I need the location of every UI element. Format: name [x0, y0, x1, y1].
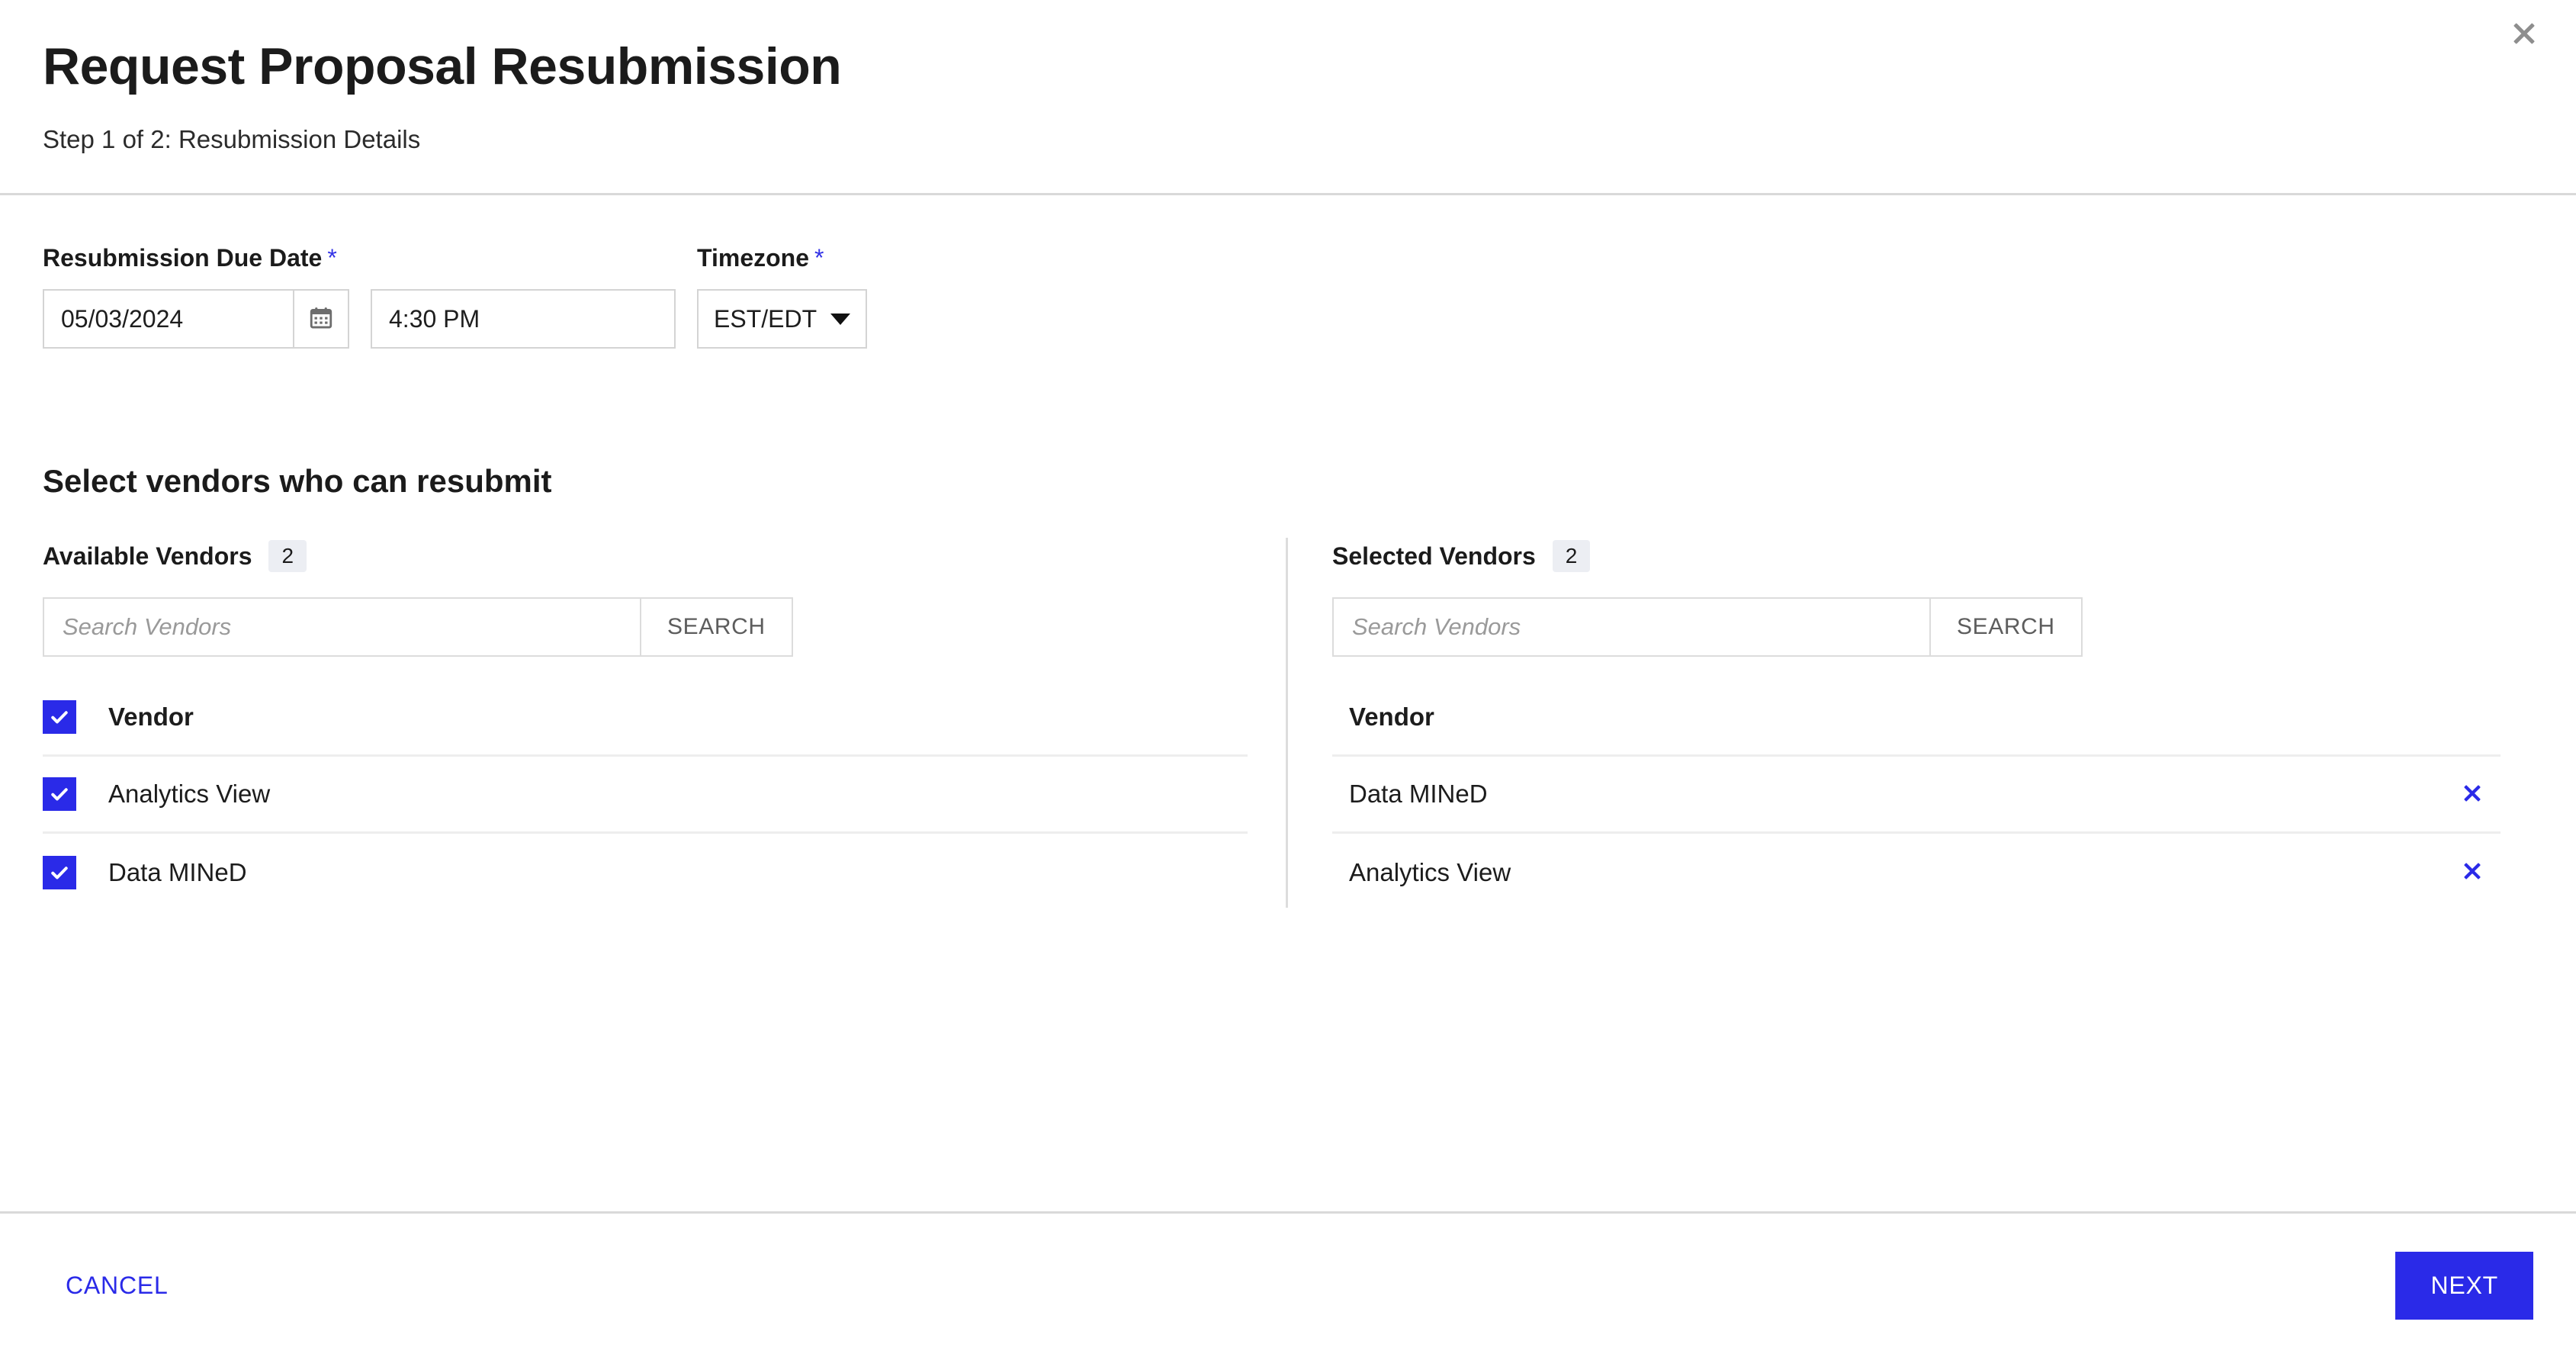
dialog-header: Request Proposal Resubmission Step 1 of …	[0, 0, 2576, 193]
chevron-down-icon	[830, 313, 851, 325]
close-icon	[2507, 17, 2541, 50]
due-date-field-group: Resubmission Due Date *	[43, 244, 676, 349]
due-date-input[interactable]	[43, 289, 294, 349]
selected-search-row: SEARCH	[1332, 597, 2531, 657]
selected-column-header: Vendor	[1349, 703, 1434, 731]
table-row[interactable]: Data MINeD	[43, 834, 1248, 911]
selected-vendors-panel: Selected Vendors 2 SEARCH Vendor Data MI…	[1288, 538, 2531, 927]
table-row[interactable]: Analytics View	[43, 757, 1248, 834]
available-vendors-panel: Available Vendors 2 SEARCH Vendor	[43, 538, 1286, 927]
vendor-checkbox[interactable]	[43, 855, 76, 889]
calendar-picker-button[interactable]	[294, 289, 349, 349]
available-list-header-row: Vendor	[43, 680, 1248, 757]
dialog-footer: CANCEL NEXT	[0, 1214, 2576, 1357]
remove-vendor-button[interactable]	[2452, 852, 2493, 893]
available-search-row: SEARCH	[43, 597, 1286, 657]
close-button[interactable]	[2501, 11, 2547, 56]
datetime-row: Resubmission Due Date * 05/03/2024 4:30 …	[43, 195, 2533, 349]
vendor-name: Analytics View	[108, 780, 271, 808]
vendor-name: Data MINeD	[1349, 780, 1488, 808]
available-vendors-list: Vendor Analytics View Data MINeD	[43, 680, 1286, 911]
remove-vendor-button[interactable]	[2452, 773, 2493, 815]
timezone-field-group: Timezone * EST/EDT	[697, 244, 868, 349]
selected-vendors-list: Vendor Data MINeD Analytics View	[1332, 680, 2531, 911]
timezone-label-text: Timezone	[697, 244, 809, 272]
available-vendors-count: 2	[268, 540, 307, 572]
close-icon	[2459, 780, 2485, 809]
select-all-checkbox[interactable]	[43, 700, 76, 734]
selected-search-input[interactable]	[1332, 597, 1931, 657]
available-vendors-header: Available Vendors 2	[43, 538, 1286, 574]
cancel-button[interactable]: CANCEL	[43, 1264, 191, 1307]
calendar-icon	[308, 305, 334, 333]
selected-vendors-header: Selected Vendors 2	[1332, 538, 2531, 574]
timezone-value: EST/EDT	[714, 304, 817, 333]
vendor-section-heading: Select vendors who can resubmit	[43, 463, 552, 499]
due-date-inputs	[43, 289, 676, 349]
vendor-name: Analytics View	[1349, 857, 1511, 886]
selected-list-header-row: Vendor	[1332, 680, 2501, 757]
vendor-checkbox[interactable]	[43, 777, 76, 811]
due-date-label: Resubmission Due Date *	[43, 244, 676, 272]
step-subtitle: Step 1 of 2: Resubmission Details	[43, 125, 421, 154]
due-date-label-text: Resubmission Due Date	[43, 244, 323, 272]
selected-vendors-count: 2	[1552, 540, 1591, 572]
vendor-transfer: Available Vendors 2 SEARCH Vendor	[43, 538, 2533, 927]
available-column-header: Vendor	[108, 703, 194, 731]
selected-search-button[interactable]: SEARCH	[1931, 597, 2083, 657]
due-time-input[interactable]	[371, 289, 676, 349]
available-vendors-title: Available Vendors	[43, 542, 252, 570]
available-search-button[interactable]: SEARCH	[641, 597, 793, 657]
close-icon	[2459, 858, 2485, 886]
dialog-body: Resubmission Due Date * 05/03/2024 4:30 …	[0, 195, 2576, 1211]
required-asterisk: *	[327, 244, 337, 272]
vendor-name: Data MINeD	[108, 857, 247, 886]
table-row: Data MINeD	[1332, 757, 2501, 834]
next-button[interactable]: NEXT	[2395, 1251, 2533, 1320]
timezone-label: Timezone *	[697, 244, 867, 272]
page-title: Request Proposal Resubmission	[43, 37, 842, 95]
timezone-select[interactable]: EST/EDT	[697, 289, 868, 349]
selected-vendors-title: Selected Vendors	[1332, 542, 1536, 570]
table-row: Analytics View	[1332, 834, 2501, 911]
required-asterisk: *	[814, 244, 824, 272]
available-search-input[interactable]	[43, 597, 641, 657]
